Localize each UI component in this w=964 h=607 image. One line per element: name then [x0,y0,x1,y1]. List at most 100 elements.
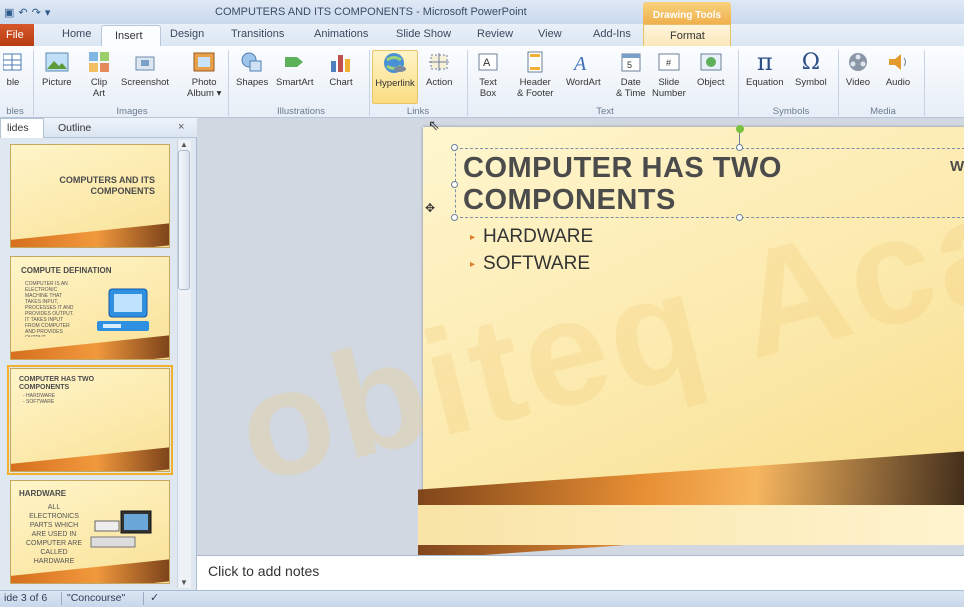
group-separator [838,50,839,116]
computer-clipart-icon [91,287,155,342]
slide-thumbnail-1[interactable]: COMPUTERS AND ITS COMPONENTS [10,144,170,248]
slide-title[interactable]: COMPUTER HAS TWO COMPONENTS [463,152,943,216]
thumbnail-decoration [11,333,169,359]
resize-handle[interactable] [451,214,458,221]
group-separator [924,50,925,116]
bullet-marker-icon: ▸ [470,258,476,270]
pi-icon: π [756,48,773,76]
rotation-handle[interactable] [736,125,744,133]
tab-insert[interactable]: Insert [101,25,161,47]
tab-review[interactable]: Review [477,28,513,40]
svg-text:5: 5 [627,60,632,70]
group-label-symbols: Symbols [772,106,810,117]
chart-button[interactable]: Chart [328,50,354,88]
group-label-text: Text [596,106,614,117]
resize-handle[interactable] [451,144,458,151]
smartart-icon [282,50,308,74]
status-slide-count: ide 3 of 6 [4,592,48,604]
header-footer-button[interactable]: Header & Footer [517,50,553,99]
tab-file[interactable]: File [0,24,34,46]
group-label-media: Media [870,106,896,117]
object-icon [698,50,724,74]
clip-art-button[interactable]: Clip Art [86,50,112,99]
powerpoint-window: ▣ ↶ ↷ ▾ Drawing Tools COMPUTERS AND ITS … [0,0,964,607]
status-separator [143,592,144,605]
table-button[interactable]: ble [0,50,26,88]
symbol-button[interactable]: Ω Symbol [795,49,827,89]
tab-format[interactable]: Format [643,24,731,46]
svg-text:#: # [666,58,671,68]
status-separator [61,592,62,605]
redo-icon[interactable]: ↷ [32,6,41,19]
screenshot-button[interactable]: Screenshot [121,50,169,88]
group-label-links: Links [406,106,430,117]
photo-album-button[interactable]: Photo Album ▾ [187,50,221,99]
scroll-up-icon[interactable]: ▲ [180,140,188,149]
svg-text:A: A [483,57,491,69]
scroll-down-icon[interactable]: ▼ [180,578,188,587]
spell-check-icon[interactable]: ✓ [150,591,159,604]
slide-title-line-1: COMPUTER HAS TWO [463,152,782,184]
group-separator [738,50,739,116]
group-separator [467,50,468,116]
wordart-button[interactable]: A WordArt [566,50,601,88]
video-button[interactable]: Video [845,50,871,88]
slide-number-button[interactable]: # Slide Number [652,50,686,99]
tab-slide-show[interactable]: Slide Show [396,28,451,40]
photo-album-icon [191,50,217,74]
customize-icon[interactable]: ▾ [45,6,51,19]
tab-animations[interactable]: Animations [314,28,368,40]
slide-thumbnail-4[interactable]: HARDWARE ALL ELECTRONICS PARTS WHICH ARE… [10,480,170,584]
table-icon [0,50,26,74]
group-label-tables: bles [6,106,24,117]
picture-button[interactable]: Picture [42,50,72,88]
resize-handle[interactable] [451,181,458,188]
screenshot-icon [132,50,158,74]
tab-view[interactable]: View [538,28,562,40]
wordart-icon: A [570,50,596,74]
mouse-pointer-icon: ⇖ [428,117,440,133]
tab-home[interactable]: Home [62,28,91,40]
tab-add-ins[interactable]: Add-Ins [593,28,631,40]
group-separator [369,50,370,116]
bullet-marker-icon: ▸ [470,231,476,243]
smartart-button[interactable]: SmartArt [276,50,313,88]
tab-transitions[interactable]: Transitions [231,28,284,40]
tab-outline[interactable]: Outline [58,122,91,134]
hyperlink-icon [382,51,408,75]
close-icon[interactable]: × [178,121,184,133]
thumbnail-decoration [11,445,169,471]
thumbnail-decoration [11,221,169,247]
scrollbar-thumb[interactable] [178,150,190,290]
text-box-button[interactable]: A Text Box [475,50,501,99]
audio-button[interactable]: Audio [885,50,911,88]
save-icon[interactable]: ▣ [4,6,14,19]
shapes-button[interactable]: Shapes [236,50,268,88]
object-button[interactable]: Object [697,50,724,88]
bullet-item[interactable]: ▸ HARDWARE [470,226,593,248]
undo-icon[interactable]: ↶ [18,6,27,19]
speaker-icon [885,50,911,74]
tab-design[interactable]: Design [170,28,204,40]
shapes-icon [239,50,265,74]
group-separator [33,50,34,116]
action-button[interactable]: Action [426,50,452,88]
group-label-illustrations: Illustrations [276,106,326,117]
tab-slides[interactable]: lides [0,118,44,138]
omega-icon: Ω [801,49,820,75]
slide-decoration-band [418,505,964,545]
svg-text:A: A [572,53,587,73]
notes-placeholder[interactable]: Click to add notes [208,563,319,579]
slide-thumbnail-3[interactable]: COMPUTER HAS TWO COMPONENTS - HARDWARE -… [7,365,173,475]
hyperlink-button[interactable]: Hyperlink [372,50,418,104]
status-bar [0,590,964,607]
film-reel-icon [845,50,871,74]
resize-handle[interactable] [736,144,743,151]
date-time-button[interactable]: 5 Date & Time [616,50,646,99]
slide-thumbnail-2[interactable]: COMPUTE DEFINATION COMPUTER IS AN ELECTR… [10,256,170,360]
equation-button[interactable]: π Equation [746,48,784,88]
text-box-icon: A [475,50,501,74]
slide-title-overflow: W [950,158,964,175]
bullet-item[interactable]: ▸ SOFTWARE [470,253,590,275]
status-theme-name: "Concourse" [67,592,126,604]
